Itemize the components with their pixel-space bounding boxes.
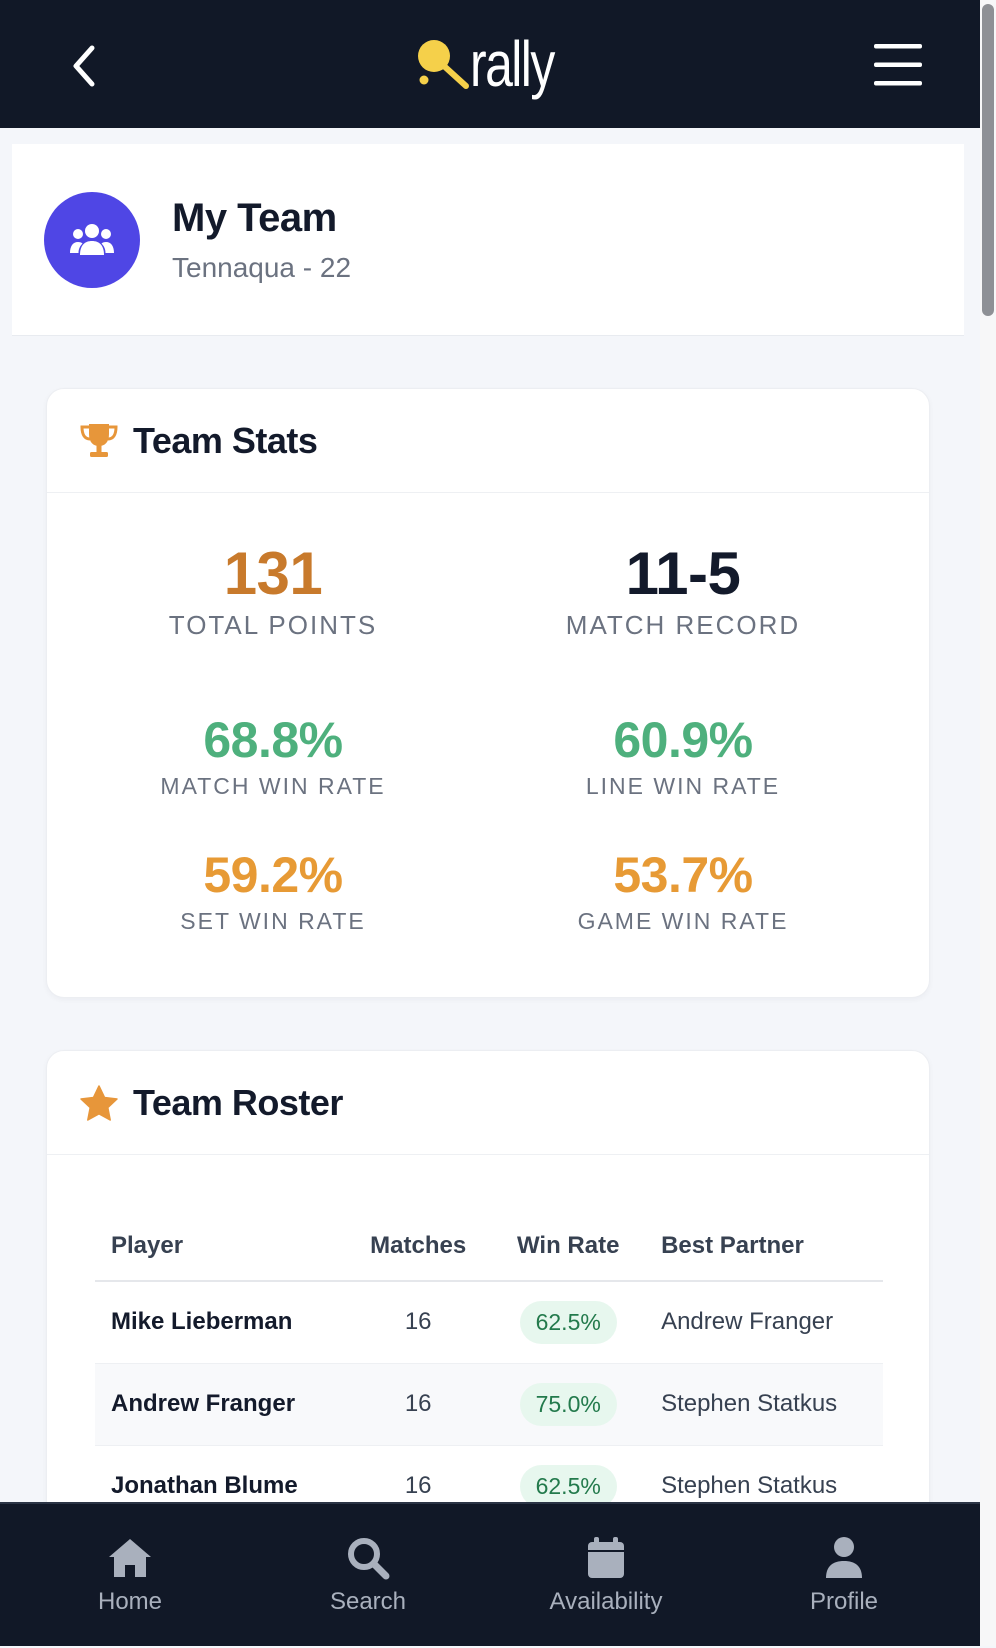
nav-item-profile[interactable]: Profile [724, 1504, 964, 1648]
stat-value: 53.7% [613, 847, 753, 903]
app-logo[interactable]: rally [416, 22, 577, 106]
win-rate-cell: 75.0% [491, 1363, 646, 1446]
stat-game-win-rate: 53.7% GAME WIN RATE [483, 846, 883, 935]
trophy-icon [77, 419, 121, 463]
team-roster-card: Team Roster Player Matches Win Rate Best… [46, 1050, 930, 1570]
stat-label: LINE WIN RATE [585, 773, 781, 799]
scrollbar-thumb[interactable] [982, 4, 994, 316]
team-stats-card: Team Stats 131 TOTAL POINTS 11-5 MATCH R… [46, 388, 930, 998]
hamburger-menu-icon [874, 44, 922, 86]
back-button[interactable] [56, 38, 112, 94]
home-icon [109, 1539, 151, 1577]
calendar-icon [588, 1537, 624, 1578]
team-stats-title: Team Stats [133, 419, 318, 461]
search-icon [348, 1538, 390, 1580]
stat-value: 11-5 [625, 540, 741, 607]
stat-line-win-rate: 60.9% LINE WIN RATE [483, 711, 883, 800]
menu-button[interactable] [870, 40, 926, 90]
nav-label-search: Search [329, 1588, 407, 1615]
roster-header-row: Player Matches Win Rate Best Partner [95, 1211, 883, 1282]
player-name[interactable]: Mike Lieberman [95, 1281, 345, 1364]
star-icon [77, 1081, 121, 1125]
nav-item-search[interactable]: Search [248, 1504, 488, 1648]
best-partner: Andrew Franger [645, 1281, 883, 1364]
player-matches: 16 [345, 1363, 492, 1446]
column-header-matches[interactable]: Matches [345, 1211, 492, 1282]
page-scrollbar[interactable] [980, 0, 996, 1646]
team-roster-title: Team Roster [133, 1081, 343, 1123]
column-header-player[interactable]: Player [95, 1211, 345, 1282]
nav-label-profile: Profile [809, 1588, 879, 1615]
stat-label: GAME WIN RATE [577, 908, 789, 934]
stat-value: 59.2% [203, 847, 343, 903]
top-bar: rally [0, 0, 980, 128]
bottom-nav: Home Search Availability Profile [0, 1502, 980, 1646]
stat-match-win-rate: 68.8% MATCH WIN RATE [73, 711, 473, 800]
team-subtitle: Tennaqua - 22 [172, 252, 352, 283]
stat-label: SET WIN RATE [180, 908, 366, 934]
column-header-best-partner[interactable]: Best Partner [645, 1211, 883, 1282]
team-avatar [44, 192, 140, 288]
stat-total-points: 131 TOTAL POINTS [73, 539, 473, 641]
nav-item-home[interactable]: Home [10, 1504, 250, 1648]
player-name[interactable]: Andrew Franger [95, 1363, 345, 1446]
nav-label-availability: Availability [549, 1588, 663, 1615]
team-stats-header: Team Stats [47, 389, 929, 493]
column-header-win-rate[interactable]: Win Rate [491, 1211, 646, 1282]
best-partner: Stephen Statkus [645, 1363, 883, 1446]
team-roster-header: Team Roster [47, 1051, 929, 1155]
table-row[interactable]: Mike Lieberman 16 62.5% Andrew Franger [95, 1281, 883, 1364]
stat-label: MATCH RECORD [565, 610, 801, 640]
stat-value: 131 [223, 540, 323, 607]
user-icon [826, 1537, 862, 1578]
player-matches: 16 [345, 1281, 492, 1364]
win-rate-badge: 75.0% [519, 1382, 617, 1426]
paddle-logo-icon [418, 40, 469, 89]
stat-match-record: 11-5 MATCH RECORD [483, 539, 883, 641]
chevron-left-icon [73, 45, 95, 87]
stat-label: MATCH WIN RATE [160, 773, 386, 799]
nav-item-availability[interactable]: Availability [486, 1504, 726, 1648]
roster-table: Player Matches Win Rate Best Partner Mik… [95, 1211, 883, 1528]
page-title: My Team [172, 196, 337, 240]
app-logo-text: rally [470, 28, 555, 100]
stat-set-win-rate: 59.2% SET WIN RATE [73, 846, 473, 935]
users-icon [70, 224, 114, 255]
stat-value: 60.9% [613, 712, 753, 768]
win-rate-cell: 62.5% [491, 1281, 646, 1364]
nav-label-home: Home [97, 1588, 163, 1615]
team-header: My Team Tennaqua - 22 [12, 144, 964, 336]
stat-label: TOTAL POINTS [168, 610, 378, 640]
stat-value: 68.8% [203, 712, 343, 768]
table-row[interactable]: Andrew Franger 16 75.0% Stephen Statkus [95, 1363, 883, 1446]
win-rate-badge: 62.5% [519, 1300, 617, 1344]
